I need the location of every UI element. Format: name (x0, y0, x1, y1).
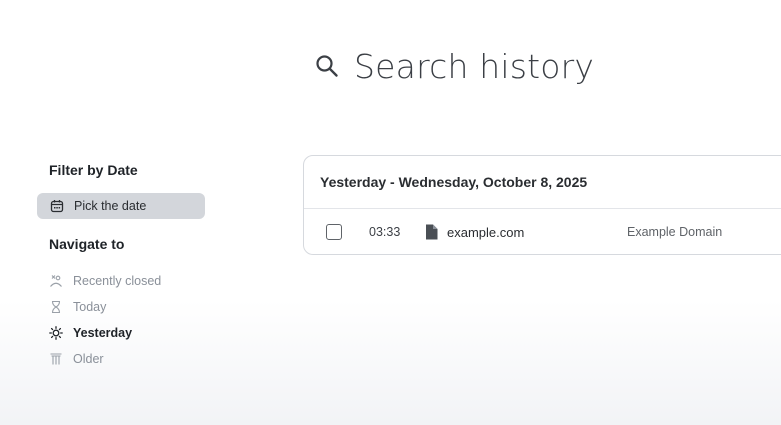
history-group-header: Yesterday - Wednesday, October 8, 2025 (304, 156, 781, 209)
column-icon (49, 352, 63, 366)
entry-domain-link[interactable]: example.com (447, 225, 524, 240)
history-group-card: Yesterday - Wednesday, October 8, 2025 0… (303, 155, 781, 255)
nav-item-label: Yesterday (73, 326, 133, 340)
search-icon (314, 53, 340, 79)
nav-item-older[interactable]: Older (49, 346, 161, 372)
search-input[interactable] (354, 46, 654, 86)
nav-item-yesterday[interactable]: Yesterday (49, 320, 161, 346)
nav-item-recently-closed[interactable]: Recently closed (49, 268, 161, 294)
recently-closed-icon (49, 274, 63, 288)
filter-by-date-heading: Filter by Date (49, 162, 138, 178)
navigate-list: Recently closed Today Yesterday Older (49, 268, 161, 372)
hourglass-icon (49, 300, 63, 314)
entry-checkbox[interactable] (326, 224, 342, 240)
entry-time: 03:33 (369, 225, 401, 239)
sun-icon (49, 326, 63, 340)
navigate-to-heading: Navigate to (49, 236, 125, 252)
nav-item-label: Today (73, 300, 107, 314)
pick-date-label: Pick the date (74, 199, 147, 213)
pick-date-button[interactable]: Pick the date (37, 193, 205, 219)
entry-page-title: Example Domain (627, 225, 723, 239)
nav-item-label: Recently closed (73, 274, 162, 288)
nav-item-label: Older (73, 352, 104, 366)
calendar-icon (50, 199, 64, 213)
file-icon (425, 224, 439, 240)
history-entry-row[interactable]: 03:33 example.com Example Domain (304, 209, 781, 255)
search-bar[interactable] (314, 44, 654, 88)
nav-item-today[interactable]: Today (49, 294, 161, 320)
